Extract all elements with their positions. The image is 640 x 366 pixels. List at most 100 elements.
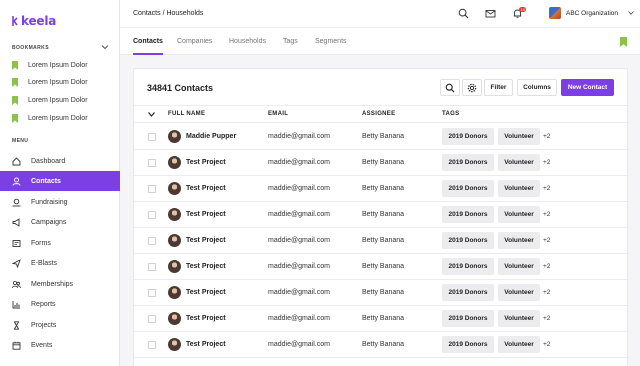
tab-segments[interactable]: Segments [315,38,347,55]
send-icon [12,258,21,268]
row-checkbox[interactable] [148,159,156,167]
tab-households[interactable]: Households [229,38,266,55]
tag-badge[interactable]: 2019 Donors [442,336,494,353]
new-contact-button[interactable]: New Contact [561,79,614,96]
sidebar-item-eblasts[interactable]: E-Blasts [0,253,120,273]
mail-icon[interactable] [485,8,496,19]
sidebar-item-projects[interactable]: Projects [0,315,120,335]
sidebar-item-contacts[interactable]: Contacts [0,171,120,191]
bookmark-icon[interactable] [620,37,627,47]
table-row[interactable]: Test Project maddie@gmail.com Betty Bana… [134,306,629,332]
settings-button[interactable] [462,79,482,96]
column-header-tags[interactable]: TAGS [442,111,459,117]
more-tags-count[interactable]: +2 [543,159,550,166]
contact-name[interactable]: Test Project [186,237,226,244]
table-row[interactable]: Test Project maddie@gmail.com Betty Bana… [134,176,629,202]
more-tags-count[interactable]: +2 [543,185,550,192]
contact-assignee: Betty Banana [362,211,405,218]
contact-name[interactable]: Test Project [186,315,226,322]
tag-badge[interactable]: Volunteer [498,180,540,197]
tag-badge[interactable]: Volunteer [498,206,540,223]
keela-logo[interactable]: keela [12,14,56,28]
calendar-icon [12,341,21,350]
tag-badge[interactable]: 2019 Donors [442,232,494,249]
more-tags-count[interactable]: +2 [543,289,550,296]
column-header-assignee[interactable]: ASSIGNEE [362,111,395,117]
column-header-full-name[interactable]: FULL NAME [168,111,205,117]
sidebar-item-fundraising[interactable]: Fundraising [0,192,120,212]
contact-name[interactable]: Maddie Pupper [186,133,236,140]
table-row[interactable]: Test Project maddie@gmail.com Betty Bana… [134,228,629,254]
bookmark-item[interactable]: Lorem Ipsum Dolor [12,73,112,91]
org-avatar[interactable] [549,7,561,19]
table-row[interactable]: Test Project maddie@gmail.com Betty Bana… [134,202,629,228]
filter-button[interactable]: Filter [484,79,513,96]
bookmark-item[interactable]: Lorem Ipsum Dolor [12,91,112,109]
tab-contacts[interactable]: Contacts [133,38,163,55]
row-checkbox[interactable] [148,341,156,349]
top-bar: Contacts / Households 10 ABC Organizatio… [120,0,640,28]
more-tags-count[interactable]: +2 [543,315,550,322]
contact-name[interactable]: Test Project [186,211,226,218]
contact-name[interactable]: Test Project [186,263,226,270]
table-row[interactable]: Test Project maddie@gmail.com Betty Bana… [134,254,629,280]
contact-name[interactable]: Test Project [186,159,226,166]
avatar [168,338,181,351]
search-icon [445,83,455,92]
tag-badge[interactable]: 2019 Donors [442,284,494,301]
row-checkbox[interactable] [148,289,156,297]
more-tags-count[interactable]: +2 [543,263,550,270]
table-row[interactable]: Maddie Pupper maddie@gmail.com Betty Ban… [134,124,629,150]
breadcrumb: Contacts / Households [133,10,204,17]
tag-badge[interactable]: Volunteer [498,232,540,249]
columns-button[interactable]: Columns [517,79,557,96]
row-checkbox[interactable] [148,315,156,323]
sidebar-item-memberships[interactable]: Memberships [0,274,120,294]
bookmark-item[interactable]: Lorem Ipsum Dolor [12,56,112,74]
chevron-down-icon[interactable] [628,11,634,15]
bookmark-item[interactable]: Lorem Ipsum Dolor [12,109,112,127]
table-row[interactable]: Test Project maddie@gmail.com Betty Bana… [134,332,629,358]
table-row[interactable]: Test Project maddie@gmail.com Betty Bana… [134,150,629,176]
contact-assignee: Betty Banana [362,133,405,140]
more-tags-count[interactable]: +2 [543,237,550,244]
search-button[interactable] [440,79,460,96]
bookmark-label: Lorem Ipsum Dolor [28,61,88,69]
more-tags-count[interactable]: +2 [543,341,550,348]
row-checkbox[interactable] [148,263,156,271]
tag-badge[interactable]: 2019 Donors [442,154,494,171]
tag-badge[interactable]: Volunteer [498,284,540,301]
search-icon[interactable] [458,8,469,19]
contact-name[interactable]: Test Project [186,289,226,296]
contact-name[interactable]: Test Project [186,185,226,192]
tag-badge[interactable]: Volunteer [498,154,540,171]
tag-badge[interactable]: 2019 Donors [442,258,494,275]
column-header-email[interactable]: EMAIL [268,111,288,117]
row-checkbox[interactable] [148,185,156,193]
tab-companies[interactable]: Companies [177,38,212,55]
tag-badge[interactable]: Volunteer [498,128,540,145]
sidebar-item-events[interactable]: Events [0,335,120,355]
chevron-down-icon[interactable] [148,112,155,117]
tag-badge[interactable]: Volunteer [498,310,540,327]
sidebar-item-campaigns[interactable]: Campaigns [0,212,120,232]
sidebar-item-dashboard[interactable]: Dashboard [0,151,120,171]
tag-badge[interactable]: 2019 Donors [442,206,494,223]
tag-badge[interactable]: 2019 Donors [442,310,494,327]
row-checkbox[interactable] [148,133,156,141]
contact-name[interactable]: Test Project [186,341,226,348]
tag-badge[interactable]: 2019 Donors [442,180,494,197]
row-checkbox[interactable] [148,237,156,245]
chevron-down-icon[interactable] [101,44,109,50]
more-tags-count[interactable]: +2 [543,133,550,140]
tab-tags[interactable]: Tags [283,38,298,55]
table-row[interactable]: Test Project maddie@gmail.com Betty Bana… [134,280,629,306]
tag-badge[interactable]: Volunteer [498,258,540,275]
tag-badge[interactable]: Volunteer [498,336,540,353]
sidebar-item-forms[interactable]: Forms [0,233,120,253]
row-checkbox[interactable] [148,211,156,219]
org-name[interactable]: ABC Organization [566,10,618,17]
tag-badge[interactable]: 2019 Donors [442,128,494,145]
more-tags-count[interactable]: +2 [543,211,550,218]
sidebar-item-reports[interactable]: Reports [0,294,120,314]
